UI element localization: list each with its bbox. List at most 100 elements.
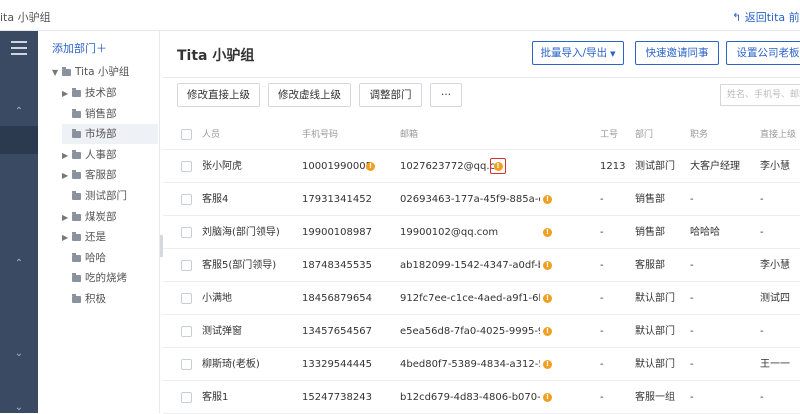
cell-phone: 15247738243: [302, 392, 372, 403]
caret-right-icon[interactable]: ▶: [62, 208, 72, 228]
cell-emp-no: -: [600, 227, 604, 238]
chevron-up-icon[interactable]: ⌃: [13, 107, 25, 117]
folder-icon: [72, 149, 81, 159]
table-row[interactable]: 张小阿虎 10001990005 1027623772@qq.co 1213 测试部门 大…: [163, 150, 800, 183]
folder-icon: [72, 252, 81, 262]
warning-icon[interactable]: !: [543, 360, 552, 369]
caret-down-icon[interactable]: ▼: [52, 63, 62, 83]
caret-right-icon[interactable]: ▶: [62, 228, 72, 248]
cell-emp-no: -: [600, 326, 604, 337]
tree-item[interactable]: ▶ 煤炭部: [62, 207, 117, 227]
row-checkbox[interactable]: [181, 161, 192, 172]
row-checkbox[interactable]: [181, 293, 192, 304]
cell-dept: 测试部门: [635, 161, 675, 172]
tree-item-label: 技术部: [85, 87, 117, 99]
cell-position: -: [690, 260, 694, 271]
column-phone[interactable]: 手机号码: [302, 120, 338, 150]
set-admin-button[interactable]: 设置公司老板: [726, 41, 800, 65]
warning-icon[interactable]: !: [543, 393, 552, 402]
caret-down-icon: ▼: [610, 50, 616, 58]
tree-item[interactable]: 哈哈: [62, 248, 106, 268]
more-button[interactable]: ···: [430, 83, 462, 107]
cell-emp-no: -: [600, 194, 604, 205]
cell-manager: 王一一: [760, 359, 790, 370]
add-department-button[interactable]: 添加部门＋: [52, 40, 107, 56]
table-row[interactable]: 小满地 18456879654 912fc7ee-c1ce-4aed-a9f1-6b…: [163, 282, 800, 315]
cell-email: 1027623772@qq.co: [400, 161, 502, 172]
cell-name: 客服4: [202, 194, 229, 205]
page-title: Tita 小驴组: [177, 48, 255, 64]
main-panel: Tita 小驴组 批量导入/导出 ▼ 快速邀请同事 设置公司老板 修改直接上级 修…: [163, 31, 800, 414]
warning-icon[interactable]: !: [493, 161, 503, 171]
table-row[interactable]: 客服5(部门领导) 18748345535 ab182099-1542-4347-a…: [163, 249, 800, 282]
tree-item[interactable]: ▶ 还是: [62, 227, 106, 247]
cell-dept: 客服一组: [635, 392, 675, 403]
cell-dept: 客服部: [635, 260, 665, 271]
caret-right-icon[interactable]: ▶: [62, 146, 72, 166]
tree-item-label: 积极: [85, 293, 106, 305]
row-checkbox[interactable]: [181, 326, 192, 337]
select-all-checkbox[interactable]: [181, 129, 192, 140]
return-link[interactable]: ↰ 返回tita 前台: [732, 9, 800, 25]
table-row[interactable]: 测试弹窗 13457654567 e5ea56d8-7fa0-4025-9995-9…: [163, 315, 800, 348]
cell-email: e5ea56d8-7fa0-4025-9995-9...: [400, 326, 540, 337]
cell-position: 哈哈哈: [690, 227, 720, 238]
warning-icon[interactable]: !: [543, 261, 552, 270]
table-row[interactable]: 柳斯琦(老板) 13329544445 4bed80f7-5389-4834-a31…: [163, 348, 800, 381]
column-email[interactable]: 邮箱: [400, 120, 418, 150]
chevron-down-icon[interactable]: ⌄: [13, 403, 25, 413]
rail-active-item[interactable]: [0, 126, 38, 154]
warning-icon[interactable]: !: [543, 228, 552, 237]
cell-manager: -: [760, 326, 764, 337]
column-dept[interactable]: 部门: [635, 120, 653, 150]
row-checkbox[interactable]: [181, 260, 192, 271]
warning-icon[interactable]: !: [366, 162, 375, 171]
invite-button[interactable]: 快速邀请同事: [635, 41, 719, 65]
warning-icon[interactable]: !: [543, 195, 552, 204]
cell-manager: -: [760, 194, 764, 205]
menu-icon[interactable]: [11, 41, 27, 55]
row-checkbox[interactable]: [181, 392, 192, 403]
column-direct-manager[interactable]: 直接上级: [760, 120, 796, 150]
cell-email: b12cd679-4d83-4806-b070-6...: [400, 392, 540, 403]
adjust-department-button[interactable]: 调整部门: [359, 83, 422, 107]
edit-dotted-manager-button[interactable]: 修改虚线上级: [268, 83, 351, 107]
row-checkbox[interactable]: [181, 359, 192, 370]
column-emp-no[interactable]: 工号: [600, 120, 618, 150]
table-row[interactable]: 刘脑海(部门领导) 19900108987 19900102@qq.com - 销售部 哈…: [163, 216, 800, 249]
row-checkbox[interactable]: [181, 194, 192, 205]
folder-icon: [72, 170, 81, 180]
folder-icon: [72, 232, 81, 242]
tree-item[interactable]: 积极: [62, 289, 106, 309]
caret-right-icon[interactable]: ▶: [62, 166, 72, 186]
cell-name: 刘脑海(部门领导): [202, 227, 280, 238]
warning-icon[interactable]: !: [543, 327, 552, 336]
tree-item-label: 吃的烧烤: [85, 272, 127, 285]
tree-item[interactable]: 销售部: [62, 104, 117, 124]
cell-name: 测试弹窗: [202, 326, 242, 337]
tree-item[interactable]: ▶ 技术部: [62, 83, 117, 103]
cell-position: -: [690, 326, 694, 337]
column-position[interactable]: 职务: [690, 120, 708, 150]
row-checkbox[interactable]: [181, 227, 192, 238]
tree-item[interactable]: ▶ 人事部: [62, 145, 117, 165]
cell-name: 客服1: [202, 392, 229, 403]
tree-item[interactable]: 测试部门: [62, 186, 127, 206]
search-input[interactable]: 姓名、手机号、邮箱: [720, 84, 800, 106]
chevron-up-icon[interactable]: ⌃: [13, 259, 25, 269]
cell-email: 912fc7ee-c1ce-4aed-a9f1-6b...: [400, 293, 540, 304]
tree-item[interactable]: 吃的烧烤: [62, 268, 127, 288]
tree-item-label: 还是: [85, 231, 106, 244]
caret-right-icon[interactable]: ▶: [62, 84, 72, 104]
column-person[interactable]: 人员: [202, 120, 220, 150]
edit-direct-manager-button[interactable]: 修改直接上级: [177, 83, 260, 107]
tree-item[interactable]: 市场部: [62, 124, 158, 145]
bulk-import-export-button[interactable]: 批量导入/导出 ▼: [532, 41, 624, 65]
tree-item[interactable]: ▶ 客服部: [62, 165, 117, 185]
cell-manager: -: [760, 392, 764, 403]
warning-icon[interactable]: !: [543, 294, 552, 303]
table-row[interactable]: 客服1 15247738243 b12cd679-4d83-4806-b070-6.…: [163, 381, 800, 414]
table-row[interactable]: 客服4 17931341452 02693463-177a-45f9-885a-e.…: [163, 183, 800, 216]
chevron-down-icon[interactable]: ⌄: [13, 349, 25, 359]
tree-root[interactable]: ▼ Tita 小驴组: [52, 62, 129, 82]
